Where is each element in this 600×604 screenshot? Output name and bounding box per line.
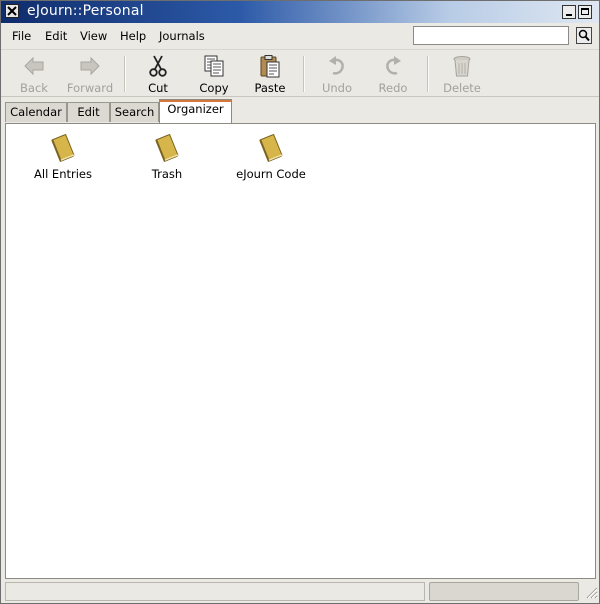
app-window: eJourn::Personal File Edit View Help Jou… (0, 0, 600, 604)
toolbar-separator (427, 56, 429, 92)
cut-label: Cut (148, 81, 168, 95)
title-bar[interactable]: eJourn::Personal (1, 1, 599, 23)
redo-icon (386, 56, 401, 75)
tab-search[interactable]: Search (110, 102, 159, 122)
menu-journals[interactable]: Journals (159, 29, 205, 43)
clipboard-icon (260, 55, 280, 78)
tab-calendar[interactable]: Calendar (5, 102, 67, 122)
status-text (5, 582, 425, 601)
toolbar-separator (303, 56, 305, 92)
forward-label: Forward (66, 81, 114, 95)
search-icon (578, 29, 590, 42)
journal-book-icon (259, 133, 283, 162)
tab-bar: Calendar Edit Search Organizer (1, 99, 599, 123)
paste-button[interactable]: Paste (243, 54, 297, 95)
organizer-panel: All Entries Trash eJourn Code (5, 123, 596, 579)
window-title: eJourn::Personal (27, 3, 144, 19)
copy-icon (204, 55, 224, 77)
list-item[interactable]: All Entries (18, 132, 108, 181)
resize-grip-icon[interactable] (584, 585, 598, 599)
undo-label: Undo (321, 81, 353, 95)
delete-label: Delete (443, 81, 481, 95)
paste-label: Paste (254, 81, 286, 95)
maximize-icon[interactable] (578, 5, 592, 19)
tab-organizer[interactable]: Organizer (159, 99, 232, 123)
back-label: Back (20, 81, 48, 95)
progress-bar (429, 582, 579, 601)
menu-view[interactable]: View (80, 29, 107, 43)
redo-label: Redo (378, 81, 408, 95)
journal-book-icon (155, 133, 179, 162)
search-button[interactable] (576, 27, 592, 44)
undo-button[interactable]: Undo (310, 54, 364, 95)
status-bar (1, 581, 599, 603)
toolbar-separator (124, 56, 126, 92)
menu-file[interactable]: File (12, 29, 31, 43)
copy-label: Copy (199, 81, 229, 95)
journal-book-icon (51, 133, 75, 162)
back-arrow-icon (24, 56, 44, 76)
delete-button[interactable]: Delete (435, 54, 489, 95)
copy-button[interactable]: Copy (187, 54, 241, 95)
back-button[interactable]: Back (7, 54, 61, 95)
search-input[interactable] (413, 26, 569, 45)
menu-edit[interactable]: Edit (45, 29, 67, 43)
entry-label: All Entries (34, 167, 92, 181)
toolbar: Back Forward Cut Copy Paste Undo Redo De… (1, 49, 599, 97)
close-icon[interactable] (5, 4, 19, 18)
minimize-icon[interactable] (562, 5, 576, 19)
redo-button[interactable]: Redo (366, 54, 420, 95)
menu-help[interactable]: Help (120, 29, 146, 43)
cut-button[interactable]: Cut (131, 54, 185, 95)
forward-button[interactable]: Forward (63, 54, 117, 95)
list-item[interactable]: eJourn Code (226, 132, 316, 181)
list-item[interactable]: Trash (122, 132, 212, 181)
undo-icon (329, 56, 344, 75)
entry-label: eJourn Code (236, 167, 306, 181)
forward-arrow-icon (80, 56, 100, 76)
trash-can-icon (453, 56, 471, 77)
tab-edit[interactable]: Edit (67, 102, 110, 122)
scissors-icon (149, 55, 167, 77)
entry-label: Trash (151, 167, 183, 181)
